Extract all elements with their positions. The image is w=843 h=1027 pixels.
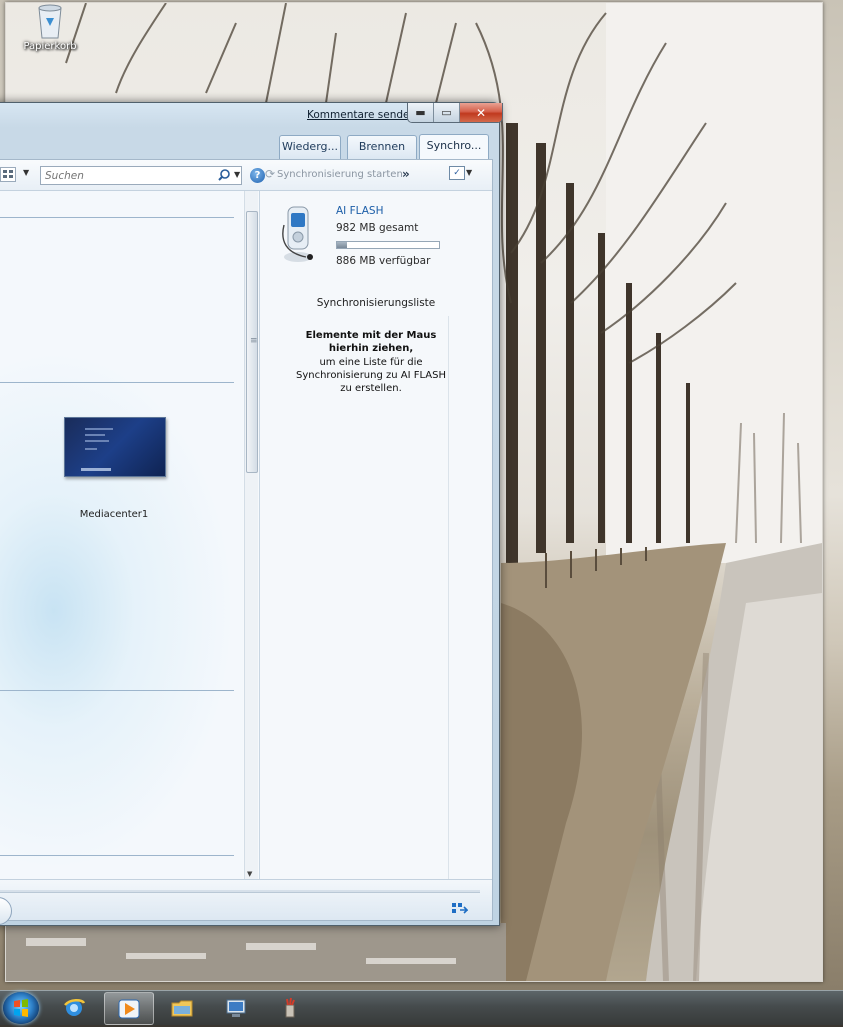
section-divider: [0, 855, 234, 856]
sync-icon: ⟳: [265, 167, 276, 181]
scroll-down-icon[interactable]: ▼: [247, 870, 252, 878]
device-free-space: 886 MB verfügbar: [336, 255, 431, 267]
thumbnail-detail: [85, 434, 105, 436]
view-options-dropdown-icon[interactable]: ▼: [23, 168, 29, 177]
taskbar: [0, 990, 843, 1025]
taskbar-media-player[interactable]: [104, 992, 154, 1025]
media-player-window: Kommentare senden ▬ ▭ ✕ Wiederg... Brenn…: [0, 102, 503, 926]
device-capacity-bar: [336, 241, 440, 249]
maximize-icon: ▭: [441, 106, 452, 119]
thumbnail-detail: [81, 468, 111, 471]
drop-hint-title: Elemente mit der Maus hierhin ziehen,: [305, 330, 437, 354]
view-options-button[interactable]: [0, 167, 16, 182]
device-total-capacity: 982 MB gesamt: [336, 222, 419, 234]
scroll-grip-icon: ≡: [250, 336, 258, 346]
remote-desktop-icon: [226, 999, 246, 1017]
start-button[interactable]: [3, 992, 39, 1024]
windows-logo-icon: [14, 999, 28, 1017]
caption-buttons: ▬ ▭ ✕: [407, 103, 503, 123]
tab-burn[interactable]: Brennen: [347, 135, 417, 160]
switch-to-now-playing-icon[interactable]: [452, 902, 468, 914]
help-icon[interactable]: ?: [250, 168, 265, 183]
folder-icon: [171, 1000, 193, 1017]
recycle-bin-label: Papierkorb: [23, 41, 77, 52]
title-bar[interactable]: Kommentare senden ▬ ▭ ✕: [0, 103, 503, 127]
drop-hint-text: um eine Liste für die Synchronisierung z…: [295, 357, 446, 394]
more-commands-chevron[interactable]: »: [402, 167, 410, 181]
minimize-button[interactable]: ▬: [408, 103, 433, 122]
taskbar-windows-explorer[interactable]: [158, 992, 206, 1023]
search-box: ▼: [40, 166, 242, 185]
section-divider: [0, 217, 234, 218]
sync-list-drop-area[interactable]: [260, 316, 449, 880]
device-capacity-fill: [337, 242, 348, 248]
sync-list-pane: AI FLASH 982 MB gesamt 886 MB verfügbar …: [259, 191, 492, 880]
library-content-pane: Mediacenter1: [0, 191, 243, 880]
media-player-icon: [118, 999, 140, 1019]
thumbnail-detail: [85, 440, 109, 442]
sync-list-header[interactable]: Synchronisierungsliste: [260, 297, 492, 309]
tab-row: Wiederg... Brennen Synchro...: [0, 134, 499, 161]
sync-options-icon[interactable]: ✓: [449, 166, 465, 180]
recycle-bin[interactable]: Papierkorb: [14, 2, 86, 52]
taskbar-remote-desktop[interactable]: [212, 992, 260, 1023]
seek-bar[interactable]: [0, 890, 480, 893]
toolbar: ▼ ▼ ? ⟳ Synchronisierung starten » ✓ ▼: [0, 160, 492, 191]
feedback-link[interactable]: Kommentare senden: [307, 109, 416, 121]
maximize-button[interactable]: ▭: [433, 103, 459, 122]
client-area: ▼ ▼ ? ⟳ Synchronisierung starten » ✓ ▼: [0, 159, 493, 925]
tab-play[interactable]: Wiederg...: [279, 135, 341, 160]
scrollbar-thumb[interactable]: ≡: [246, 211, 258, 473]
playback-button[interactable]: [0, 897, 12, 925]
section-divider: [0, 690, 234, 691]
search-input[interactable]: [41, 167, 217, 184]
search-dropdown-icon[interactable]: ▼: [234, 170, 240, 179]
close-button[interactable]: ✕: [459, 103, 502, 122]
device-name[interactable]: AI FLASH: [336, 205, 384, 217]
internet-explorer-icon: [64, 999, 86, 1016]
recycle-bin-icon: [33, 2, 67, 40]
media-item-thumbnail[interactable]: [64, 417, 166, 477]
start-sync-button[interactable]: Synchronisierung starten: [277, 169, 403, 180]
tab-sync[interactable]: Synchro...: [419, 134, 489, 161]
search-icon[interactable]: [217, 168, 231, 182]
taskbar-paint[interactable]: [266, 992, 314, 1023]
playback-controls-bar: [0, 879, 492, 925]
media-item-label[interactable]: Mediacenter1: [64, 509, 164, 520]
close-icon: ✕: [475, 105, 487, 120]
section-divider: [0, 382, 234, 383]
taskbar-internet-explorer[interactable]: [50, 992, 98, 1023]
paint-icon: [285, 997, 295, 1018]
thumbnail-detail: [85, 428, 113, 430]
minimize-icon: ▬: [415, 106, 426, 119]
thumbnail-detail: [85, 448, 97, 450]
sync-options-dropdown-icon[interactable]: ▼: [466, 168, 472, 177]
vertical-scrollbar[interactable]: ≡ ▼: [244, 191, 258, 880]
portable-device-icon: [282, 206, 313, 262]
view-options-icon: [3, 170, 13, 178]
